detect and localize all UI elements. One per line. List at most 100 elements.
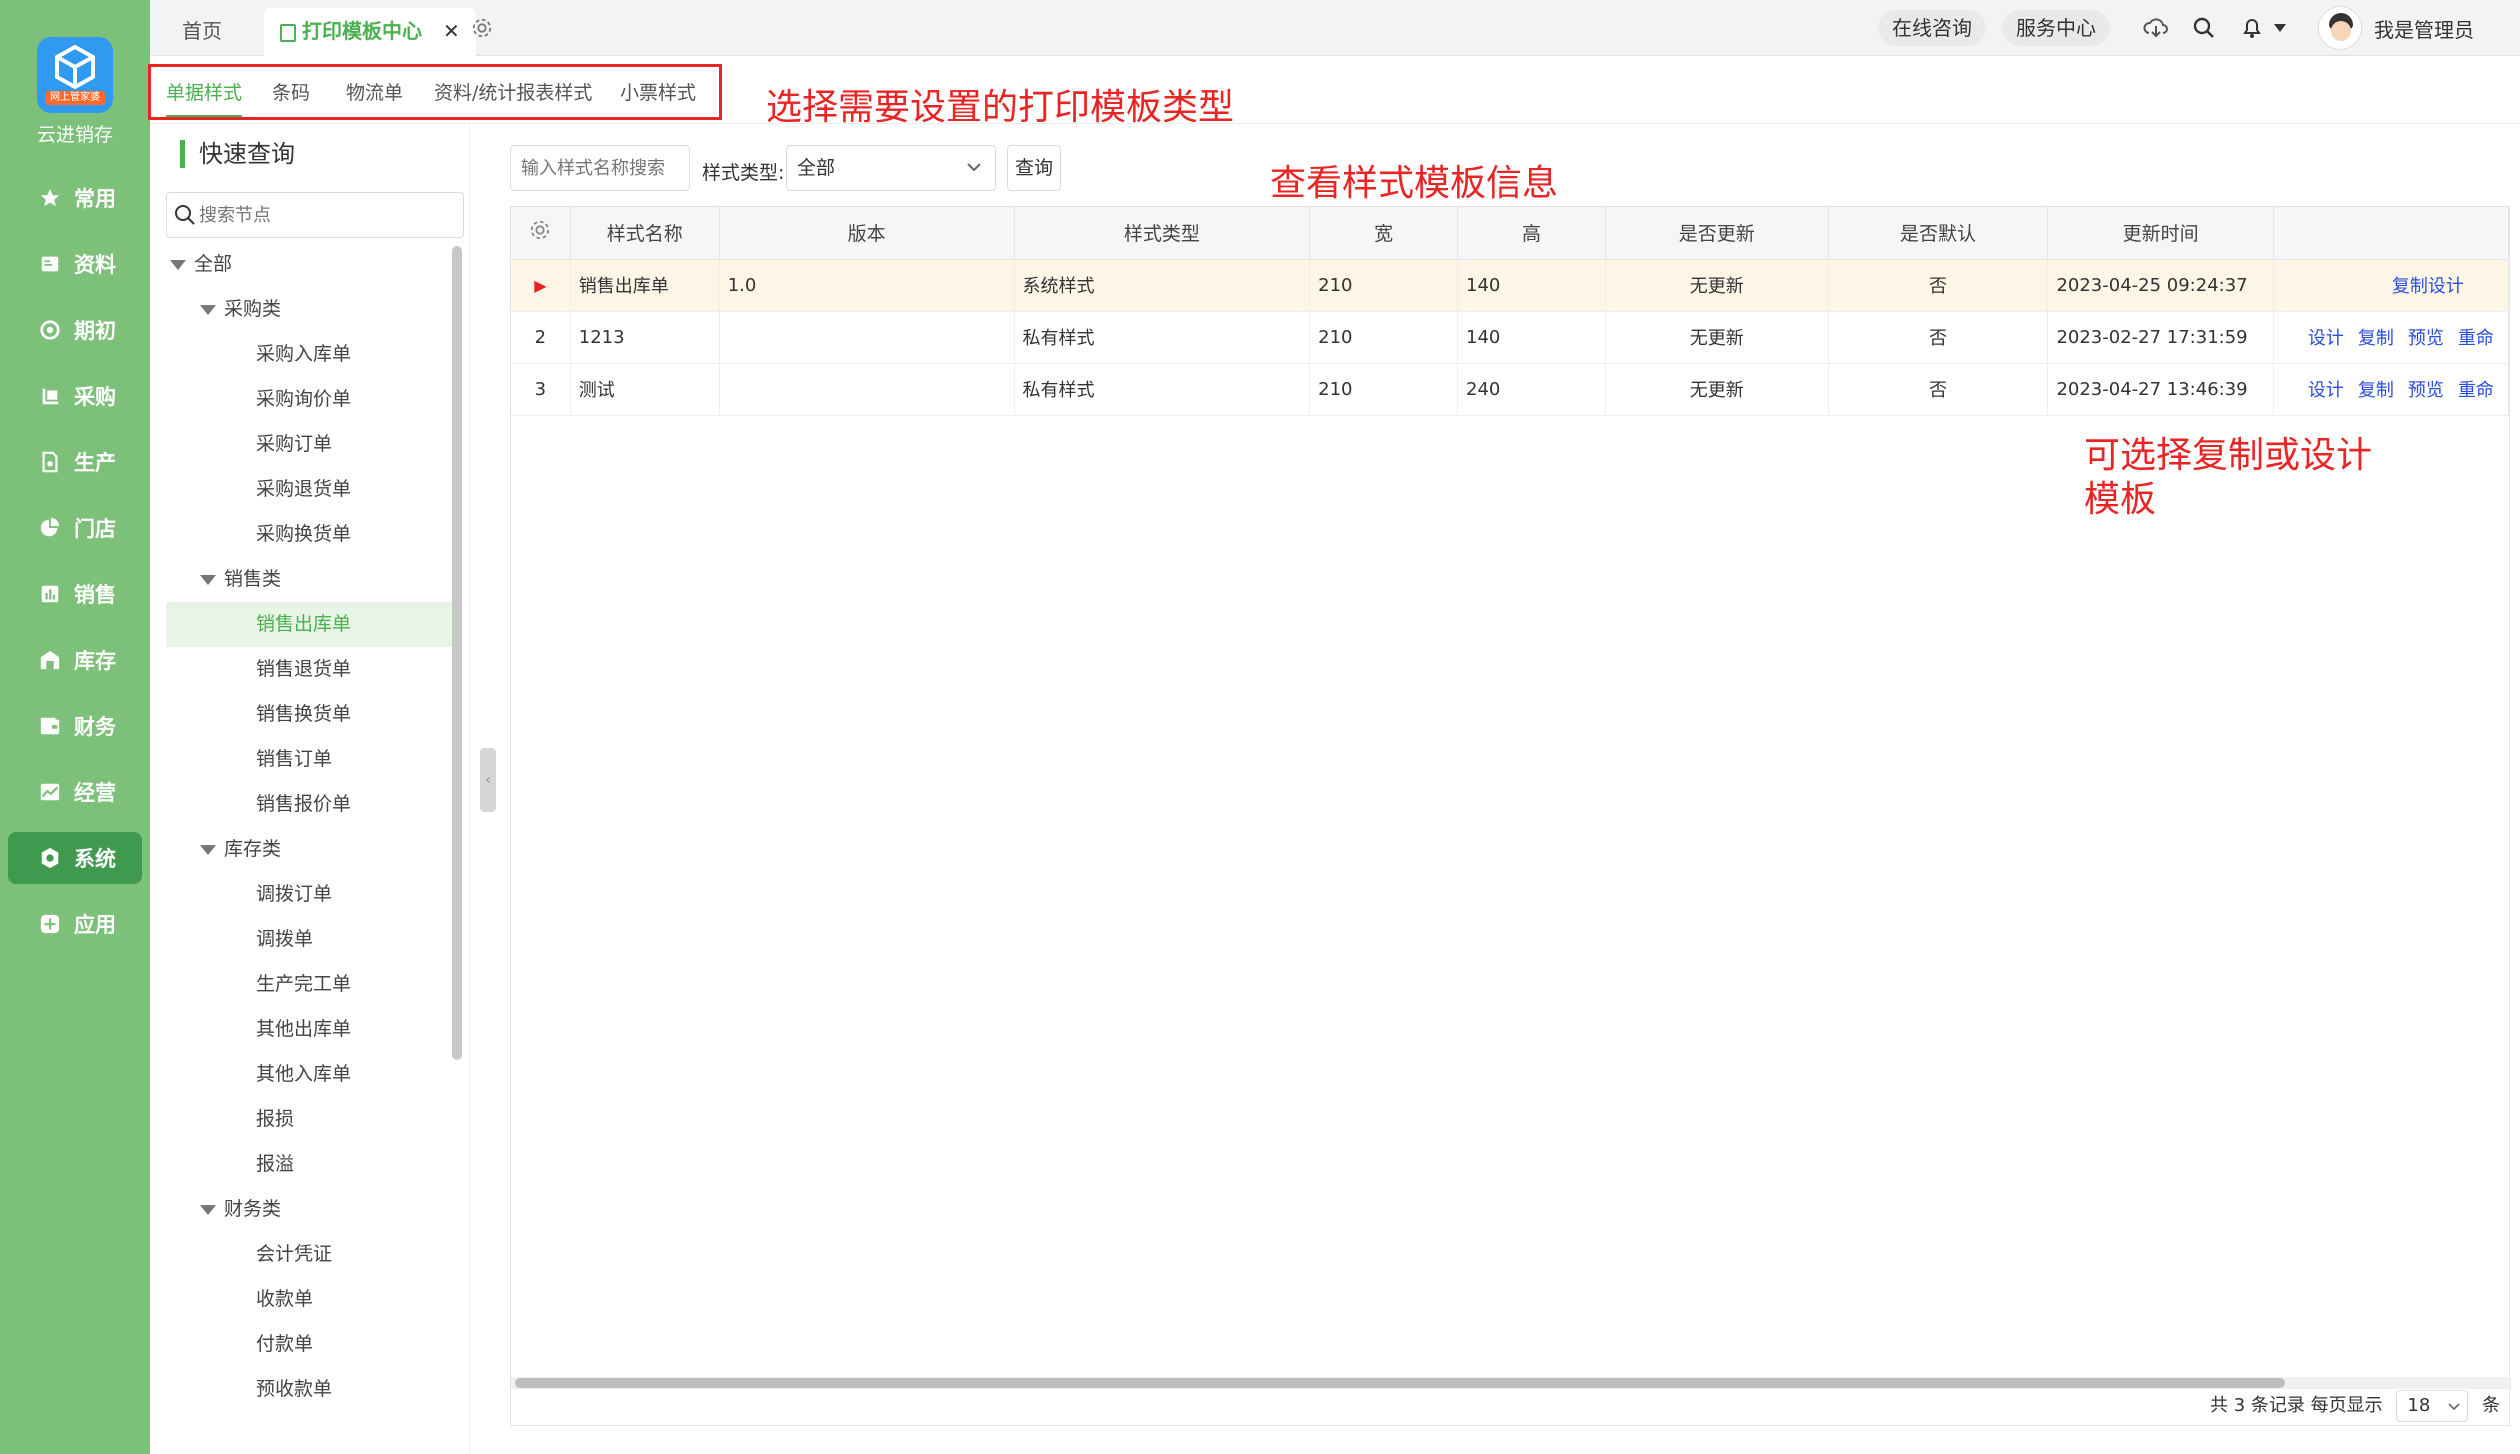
tree-node[interactable]: 调拨订单 — [166, 872, 452, 917]
tree-node[interactable]: 报溢 — [166, 1142, 452, 1187]
row-action-link[interactable]: 预览 — [2408, 328, 2444, 349]
nav-item-6[interactable]: 销售 — [8, 568, 142, 620]
settings-icon — [38, 846, 62, 870]
service-center-button[interactable]: 服务中心 — [2002, 10, 2110, 46]
tab-home[interactable]: 首页 — [182, 8, 222, 56]
nav-item-label: 系统 — [74, 847, 116, 871]
header-name[interactable]: 样式名称 — [570, 207, 720, 260]
bell-icon[interactable] — [2238, 14, 2266, 42]
tree-node[interactable]: 调拨单 — [166, 917, 452, 962]
query-button[interactable]: 查询 — [1007, 145, 1061, 191]
tree-list: 全部 采购类 采购入库单 采购询价单 采购订单 采购退货单 采购换货单 销售类 销售出库单 销售退… — [166, 242, 456, 1452]
table-row[interactable]: 3 测试 私有样式 210 240 无更新否 2023-04-27 13:46:39 设计 复制… — [511, 363, 2510, 416]
tree-node[interactable]: 收款单 — [166, 1277, 452, 1322]
tree-node[interactable]: 销售类 — [166, 557, 452, 602]
tree-node[interactable]: 报损 — [166, 1097, 452, 1142]
caret-down-icon[interactable] — [200, 304, 216, 315]
nav-item-1[interactable]: 资料 — [8, 238, 142, 290]
tree-node[interactable]: 采购类 — [166, 287, 452, 332]
cloud-download-icon[interactable] — [2142, 14, 2170, 42]
row-action-link[interactable]: 重命 — [2458, 380, 2494, 401]
row-action-link[interactable]: 复制设计 — [2392, 276, 2464, 297]
online-consult-button[interactable]: 在线咨询 — [1878, 10, 1986, 46]
tree-node[interactable]: 采购换货单 — [166, 512, 452, 557]
tree-node[interactable]: 其他入库单 — [166, 1052, 452, 1097]
header-time[interactable]: 更新时间 — [2047, 207, 2274, 260]
tree-node[interactable]: 预收款单 — [166, 1367, 452, 1412]
tree-node[interactable]: 销售换货单 — [166, 692, 452, 737]
per-page-select[interactable]: 18 — [2396, 1390, 2469, 1422]
collapse-panel-handle[interactable]: ‹ — [480, 748, 496, 812]
scrollbar-thumb[interactable] — [515, 1378, 2285, 1388]
tree-node[interactable]: 销售报价单 — [166, 782, 452, 827]
tree-search-box[interactable] — [166, 192, 464, 238]
tree-node[interactable]: 采购退货单 — [166, 467, 452, 512]
nav-item-11[interactable]: 应用 — [8, 898, 142, 950]
row-action-link[interactable]: 设计 — [2308, 328, 2344, 349]
gear-icon — [531, 221, 550, 240]
nav-item-4[interactable]: 生产 — [8, 436, 142, 488]
nav-item-5[interactable]: 门店 — [8, 502, 142, 554]
table-row[interactable]: ▶ 销售出库单 1.0 系统样式 210 140 无更新否 2023-04-25 09:24:… — [511, 259, 2510, 312]
nav-item-7[interactable]: 库存 — [8, 634, 142, 686]
style-type-select[interactable]: 全部 — [786, 145, 996, 191]
nav-item-10[interactable]: 系统 — [8, 832, 142, 884]
nav-item-label: 经营 — [74, 781, 116, 805]
row-action-link[interactable]: 预览 — [2408, 380, 2444, 401]
tree-node[interactable]: 销售退货单 — [166, 647, 452, 692]
app-logo[interactable]: 网上管家婆 — [37, 37, 113, 113]
row-action-link[interactable]: 重命 — [2458, 328, 2494, 349]
tree-node-label: 收款单 — [256, 1288, 314, 1310]
nav-item-8[interactable]: 财务 — [8, 700, 142, 752]
username[interactable]: 我是管理员 — [2374, 14, 2474, 43]
search-icon[interactable] — [2190, 14, 2218, 42]
header-type[interactable]: 样式类型 — [1014, 207, 1311, 260]
tree-node[interactable]: 全部 — [166, 242, 452, 287]
tree-node[interactable]: 财务类 — [166, 1187, 452, 1232]
row-action-link[interactable]: 复制 — [2358, 328, 2394, 349]
horizontal-scrollbar[interactable] — [511, 1377, 2511, 1389]
tree-node[interactable]: 库存类 — [166, 827, 452, 872]
tree-node[interactable]: 销售出库单 — [166, 602, 452, 647]
header-default[interactable]: 是否默认 — [1828, 207, 2049, 260]
cart-icon — [38, 384, 62, 408]
caret-down-icon[interactable] — [200, 844, 216, 855]
tab-print-template-center[interactable]: 打印模板中心 ✕ — [264, 8, 476, 56]
tree-node[interactable]: 会计凭证 — [166, 1232, 452, 1277]
nav-item-2[interactable]: 期初 — [8, 304, 142, 356]
gear-icon[interactable] — [468, 14, 496, 42]
cell-type: 私有样式 — [1014, 363, 1311, 416]
header-width[interactable]: 宽 — [1309, 207, 1459, 260]
column-settings[interactable] — [511, 207, 571, 260]
nav-item-0[interactable]: 常用 — [8, 172, 142, 224]
cell-update: 无更新 — [1605, 311, 1829, 364]
avatar[interactable] — [2318, 6, 2362, 50]
caret-down-icon[interactable] — [200, 574, 216, 585]
tree-scrollbar[interactable] — [452, 246, 462, 1060]
header-height[interactable]: 高 — [1457, 207, 1606, 260]
row-action-link[interactable]: 设计 — [2308, 380, 2344, 401]
cell-actions: 复制设计 — [2273, 259, 2510, 312]
header-version[interactable]: 版本 — [719, 207, 1015, 260]
caret-down-icon[interactable] — [2266, 14, 2294, 42]
tree-node[interactable]: 采购入库单 — [166, 332, 452, 377]
tree-node[interactable]: 销售订单 — [166, 737, 452, 782]
row-action-link[interactable]: 复制 — [2358, 380, 2394, 401]
tree-search-input[interactable] — [199, 193, 449, 237]
tree-node[interactable]: 采购询价单 — [166, 377, 452, 422]
caret-down-icon[interactable] — [200, 1204, 216, 1215]
caret-down-icon[interactable] — [170, 259, 186, 270]
tree-node[interactable]: 付款单 — [166, 1322, 452, 1367]
nav-item-9[interactable]: 经营 — [8, 766, 142, 818]
tree-node[interactable]: 采购订单 — [166, 422, 452, 467]
close-icon[interactable]: ✕ — [443, 19, 460, 43]
tree-node[interactable]: 生产完工单 — [166, 962, 452, 1007]
table-row[interactable]: 2 1213 私有样式 210 140 无更新否 2023-02-27 17:31:59 设计… — [511, 311, 2510, 364]
style-name-search-input[interactable] — [510, 145, 690, 191]
header-updated[interactable]: 是否更新 — [1605, 207, 1829, 260]
tree-node[interactable]: 其他出库单 — [166, 1007, 452, 1052]
cell-type: 系统样式 — [1014, 259, 1311, 312]
nav-item-3[interactable]: 采购 — [8, 370, 142, 422]
cell-actions: 设计 复制 预览 重命 — [2273, 311, 2510, 364]
tree-node-label: 其他出库单 — [256, 1018, 352, 1040]
